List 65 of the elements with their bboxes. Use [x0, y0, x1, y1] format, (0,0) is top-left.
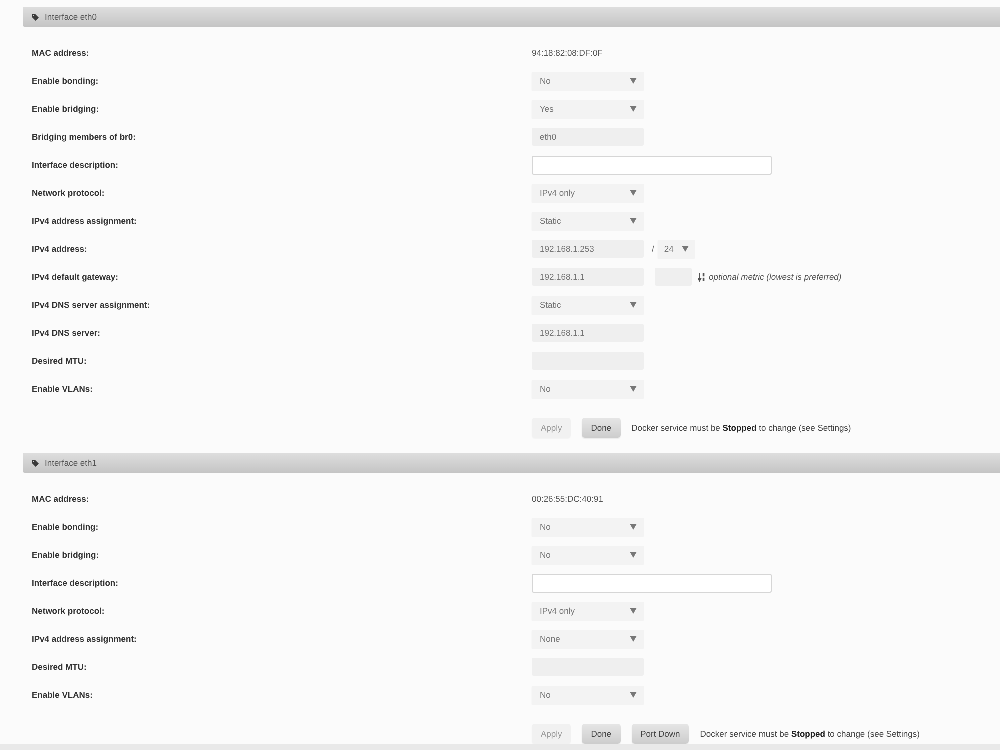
field-label: Interface description: [32, 160, 118, 170]
sort-down-icon [698, 272, 706, 282]
section-title: Interface eth1 [45, 458, 97, 468]
caret-icon [630, 218, 637, 224]
field-label: Network protocol: [32, 606, 105, 616]
prefix-select[interactable]: 24 [658, 240, 696, 258]
caret-icon [630, 608, 637, 614]
caret-icon [630, 78, 637, 84]
caret-icon [630, 190, 637, 196]
hint-text: optional metric (lowest is preferred) [709, 272, 842, 282]
input-field[interactable]: eth0 [532, 128, 644, 146]
address-field[interactable]: 192.168.1.253 [532, 240, 644, 258]
select-field[interactable]: No [532, 546, 644, 564]
action-button[interactable]: Port Down [632, 724, 690, 744]
field-label: Enable bridging: [32, 550, 100, 560]
select-field[interactable]: IPv4 only [532, 602, 644, 620]
field-label: Interface description: [32, 578, 118, 588]
select-field[interactable]: Yes [532, 100, 644, 118]
select-field[interactable]: IPv4 only [532, 184, 644, 202]
select-field[interactable]: No [532, 72, 644, 90]
gateway-field[interactable]: 192.168.1.1 [532, 268, 644, 286]
field-label: MAC address: [32, 48, 90, 58]
value-text: 00:26:55:DC:40:91 [532, 494, 604, 504]
select-field[interactable]: Static [532, 212, 644, 230]
value-text: 94:18:82:08:DF:0F [532, 48, 603, 58]
input-field[interactable] [532, 156, 772, 174]
caret-icon [630, 692, 637, 698]
caret-icon [682, 246, 690, 252]
field-label: Enable bridging: [32, 104, 100, 114]
field-label: Bridging members of br0: [32, 132, 136, 142]
field-label: Enable bonding: [32, 76, 99, 86]
field-label: Enable bonding: [32, 522, 99, 532]
notice-text: Docker service must be Stopped to change (see Settings) [632, 423, 852, 433]
action-button[interactable]: Done [582, 418, 621, 438]
input-field[interactable]: 192.168.1.1 [532, 324, 644, 342]
select-field[interactable]: No [532, 686, 644, 704]
field-label: IPv4 DNS server: [32, 328, 101, 338]
caret-icon [630, 524, 637, 530]
section-title: Interface eth0 [45, 12, 97, 22]
action-button[interactable]: Done [582, 724, 621, 744]
notice-text: Docker service must be Stopped to change (see Settings) [700, 729, 920, 739]
field-label: Desired MTU: [32, 356, 87, 366]
caret-icon [630, 302, 637, 308]
separator-text: / [652, 244, 654, 254]
field-label: Enable VLANs: [32, 384, 93, 394]
select-field[interactable]: Static [532, 296, 644, 314]
field-label: IPv4 default gateway: [32, 272, 118, 282]
select-field[interactable]: No [532, 518, 644, 536]
caret-icon [630, 552, 637, 558]
tag-icon [32, 460, 39, 466]
field-label: IPv4 address: [32, 244, 88, 254]
field-label: IPv4 address assignment: [32, 634, 137, 644]
field-label: Enable VLANs: [32, 690, 93, 700]
caret-icon [630, 106, 637, 112]
select-field[interactable]: None [532, 630, 644, 648]
field-label: Network protocol: [32, 188, 105, 198]
select-field[interactable]: No [532, 380, 644, 398]
field-label: Desired MTU: [32, 662, 87, 672]
field-label: IPv4 DNS server assignment: [32, 300, 150, 310]
tag-icon [32, 14, 39, 20]
field-label: IPv4 address assignment: [32, 216, 137, 226]
caret-icon [630, 386, 637, 392]
input-field[interactable] [532, 574, 772, 592]
field-label: MAC address: [32, 494, 90, 504]
caret-icon [630, 636, 637, 642]
